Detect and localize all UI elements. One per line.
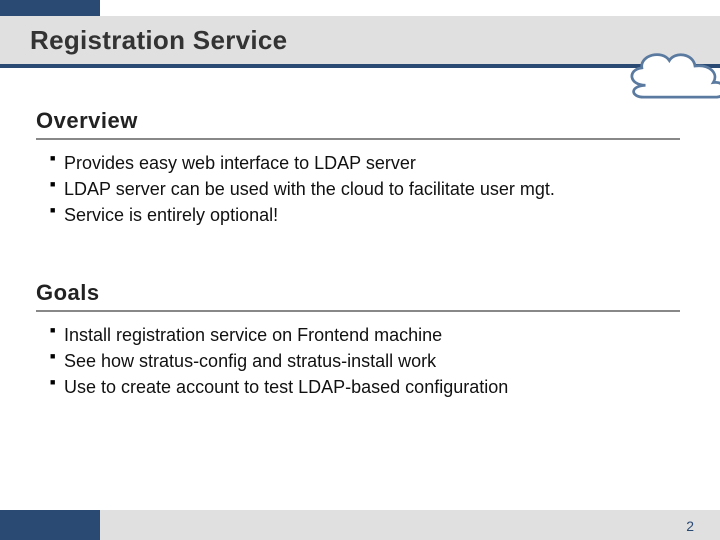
section-heading-goals: Goals — [36, 280, 680, 312]
section-goals: Goals Install registration service on Fr… — [36, 280, 680, 400]
list-item: Provides easy web interface to LDAP serv… — [50, 150, 680, 176]
section-heading-overview: Overview — [36, 108, 680, 140]
list-item: See how stratus-config and stratus-insta… — [50, 348, 680, 374]
slide: Registration Service Overview Provides e… — [0, 0, 720, 540]
footer-band: 2 — [0, 510, 720, 540]
list-item: Service is entirely optional! — [50, 202, 680, 228]
slide-title: Registration Service — [30, 25, 287, 56]
bullet-list-goals: Install registration service on Frontend… — [36, 322, 680, 400]
list-item: Use to create account to test LDAP-based… — [50, 374, 680, 400]
page-number: 2 — [686, 518, 694, 534]
title-band: Registration Service — [0, 16, 720, 68]
list-item: Install registration service on Frontend… — [50, 322, 680, 348]
footer-accent-bar — [0, 510, 100, 540]
cloud-icon — [618, 44, 720, 99]
top-accent-bar — [0, 0, 100, 16]
bullet-list-overview: Provides easy web interface to LDAP serv… — [36, 150, 680, 228]
content-area: Overview Provides easy web interface to … — [36, 108, 680, 453]
list-item: LDAP server can be used with the cloud t… — [50, 176, 680, 202]
section-overview: Overview Provides easy web interface to … — [36, 108, 680, 228]
